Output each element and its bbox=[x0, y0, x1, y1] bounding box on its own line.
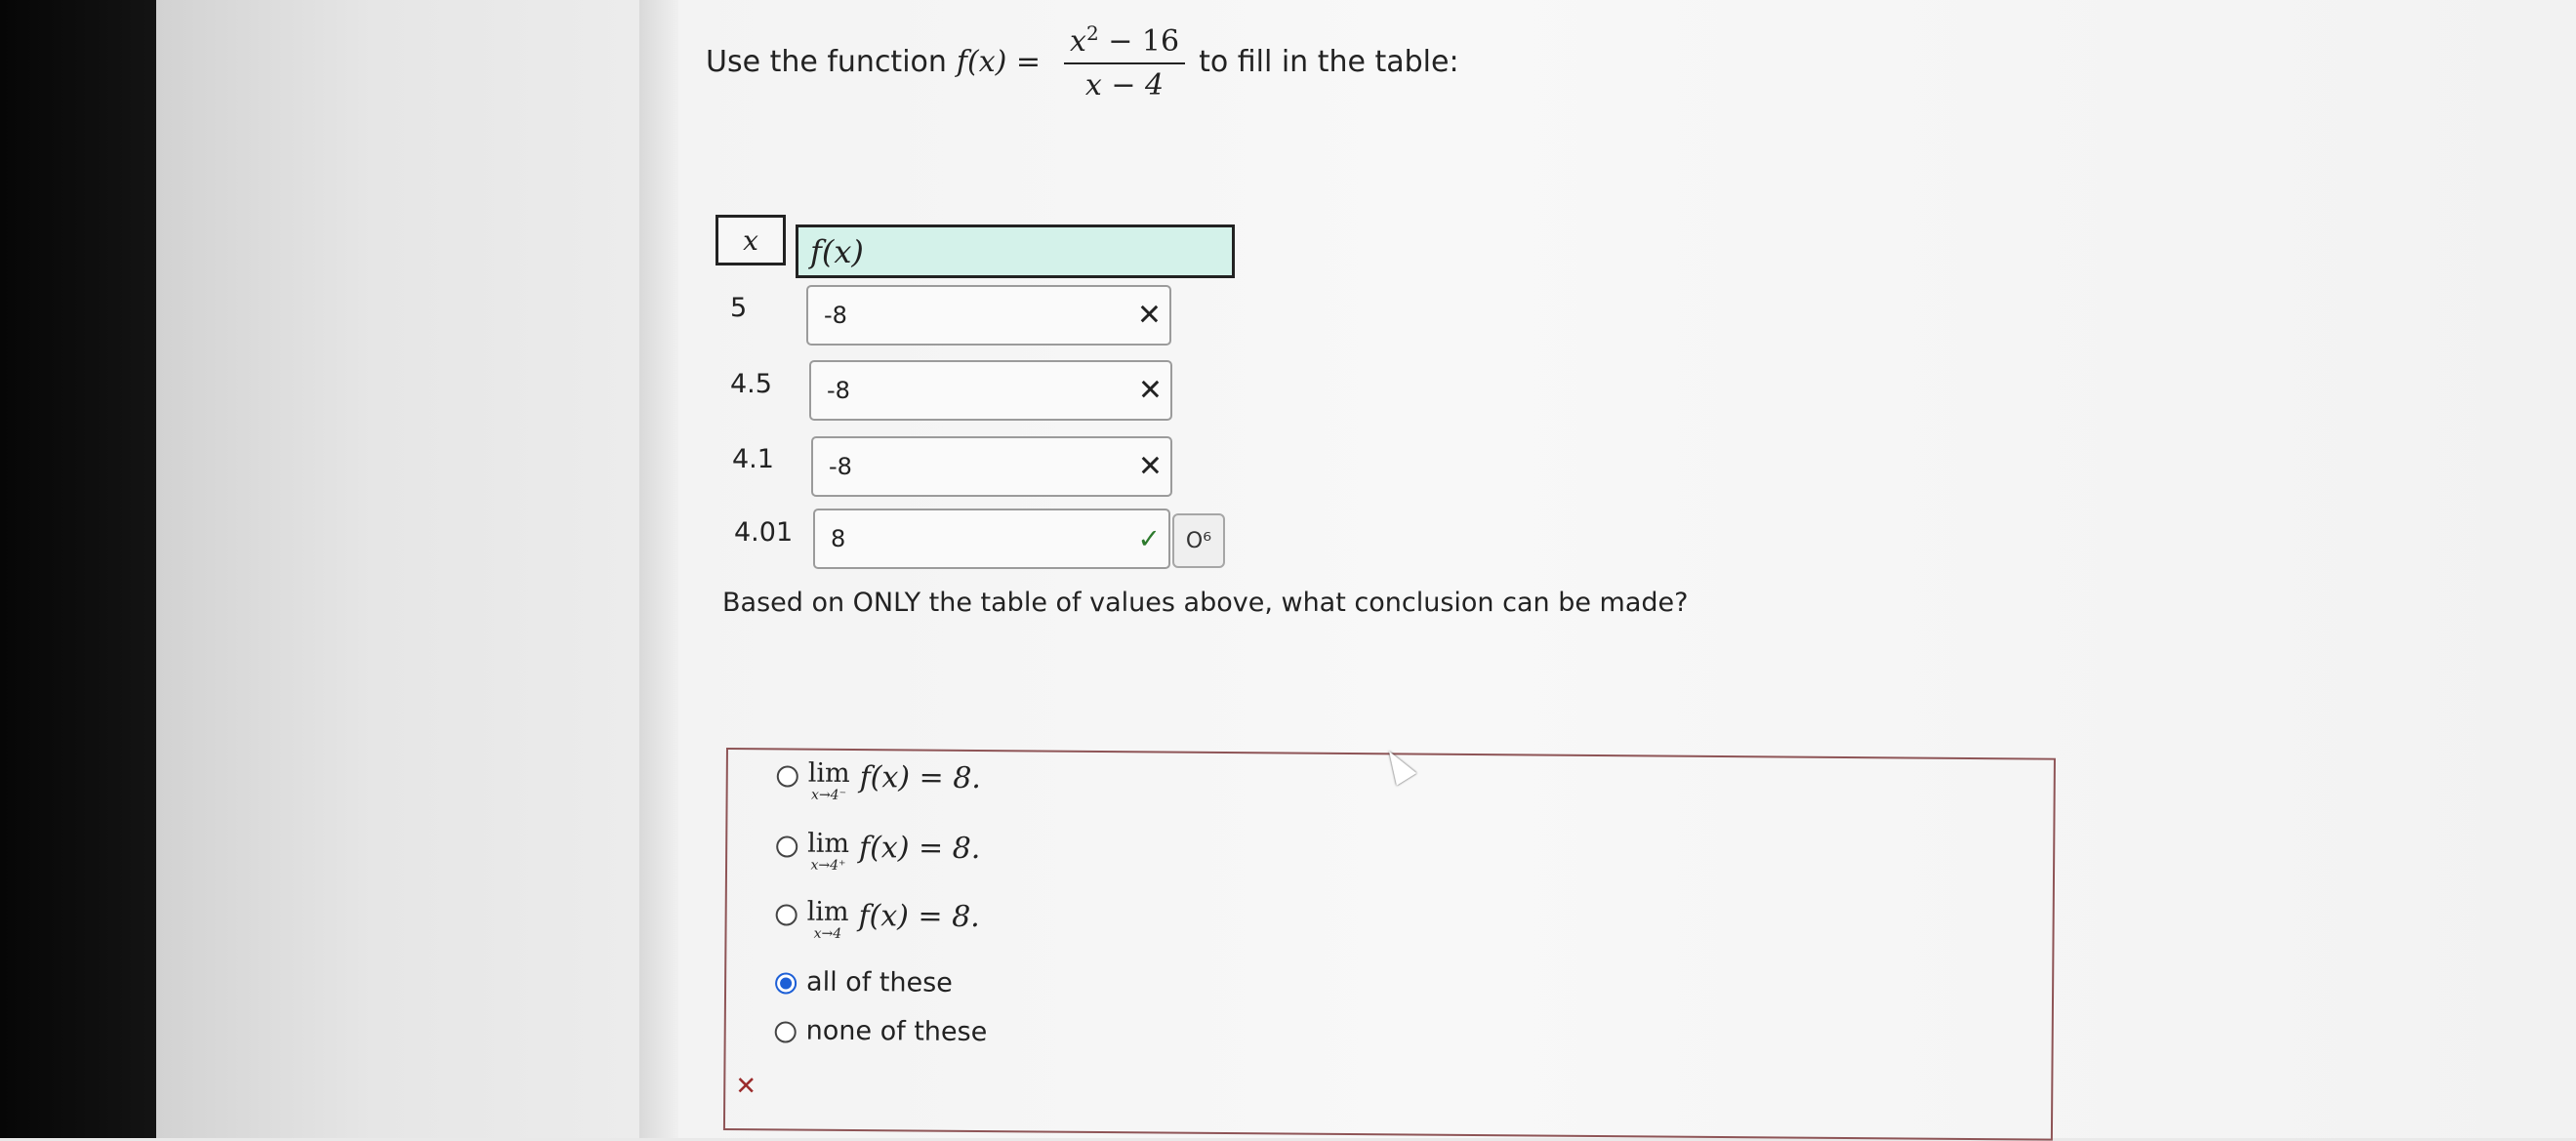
prompt-tail: to fill in the table: bbox=[1199, 45, 1459, 79]
prompt-lead: Use the function bbox=[706, 45, 947, 79]
problem-prompt: Use the function f(x) = x2 − 16 x − 4 to… bbox=[706, 21, 1459, 102]
radio-button[interactable] bbox=[776, 835, 798, 858]
answer-input[interactable]: -8 ✕ bbox=[809, 360, 1172, 421]
incorrect-answer-icon: ✕ bbox=[735, 1072, 757, 1102]
function-name: f(x) = bbox=[956, 45, 1042, 79]
row-x-value: 4.5 bbox=[730, 369, 772, 399]
incorrect-icon: ✕ bbox=[1137, 373, 1163, 408]
option-all-of-these[interactable]: all of these bbox=[775, 966, 953, 998]
radio-button[interactable] bbox=[774, 1021, 797, 1043]
fraction-numerator: x2 − 16 bbox=[1064, 21, 1186, 64]
fraction-denominator: x − 4 bbox=[1084, 68, 1165, 102]
row-x-value: 5 bbox=[730, 293, 748, 323]
row-x-value: 4.01 bbox=[734, 517, 794, 548]
radio-button-selected[interactable] bbox=[775, 972, 797, 995]
option-two-sided-limit[interactable]: lim x→4 f(x) = 8. bbox=[775, 897, 980, 943]
incorrect-icon: ✕ bbox=[1137, 449, 1163, 484]
correct-check-icon: ✓ bbox=[1137, 522, 1161, 555]
math-symbol-button[interactable]: O⁶ bbox=[1172, 513, 1225, 568]
radio-button[interactable] bbox=[775, 904, 797, 926]
function-fraction: x2 − 16 x − 4 bbox=[1064, 21, 1186, 102]
table-header-x: x bbox=[716, 215, 786, 265]
incorrect-icon: ✕ bbox=[1136, 298, 1162, 333]
option-none-of-these[interactable]: none of these bbox=[774, 1015, 987, 1047]
option-left-limit[interactable]: lim x→4⁻ f(x) = 8. bbox=[776, 758, 981, 804]
answer-input[interactable]: -8 ✕ bbox=[806, 285, 1171, 346]
question-text: Based on ONLY the table of values above,… bbox=[722, 588, 1689, 618]
panel-divider bbox=[639, 0, 678, 1138]
row-x-value: 4.1 bbox=[732, 444, 774, 474]
answer-choices: lim x→4⁻ f(x) = 8. lim x→4⁺ f(x) = 8. lim x… bbox=[722, 748, 2056, 1141]
left-panel bbox=[156, 0, 639, 1138]
option-right-limit[interactable]: lim x→4⁺ f(x) = 8. bbox=[776, 829, 980, 875]
answer-input[interactable]: -8 ✕ bbox=[811, 436, 1172, 497]
table-header-fx: f(x) bbox=[796, 224, 1235, 278]
radio-button[interactable] bbox=[776, 765, 798, 788]
answer-input[interactable]: 8 ✓ bbox=[813, 509, 1170, 569]
